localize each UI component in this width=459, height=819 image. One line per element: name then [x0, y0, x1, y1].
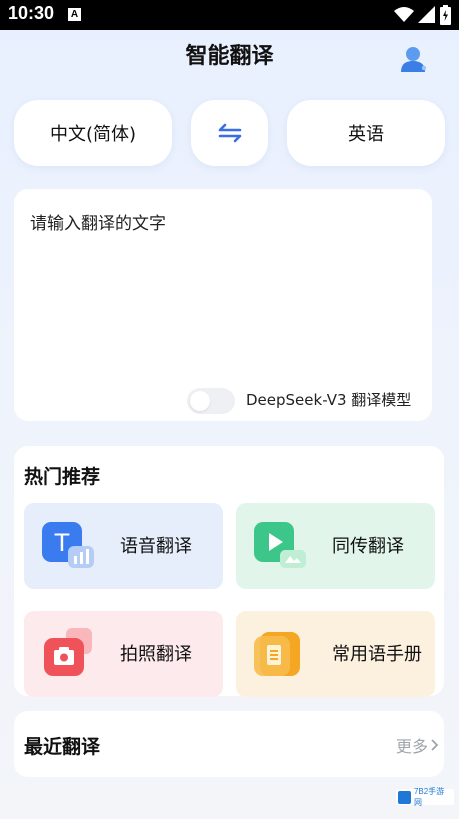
watermark-text: 7B2手游网 [413, 787, 445, 807]
deepseek-model-toggle[interactable] [187, 388, 235, 414]
swap-language-button[interactable] [191, 100, 268, 166]
simultaneous-translate-tile[interactable]: 同传翻译 [236, 503, 435, 589]
translation-input-area[interactable]: 请输入翻译的文字 DeepSeek-V3 翻译模型 [14, 189, 432, 421]
toggle-knob [190, 391, 210, 411]
source-language-button[interactable]: 中文(简体) [14, 100, 172, 166]
voice-translate-icon: T [42, 522, 94, 568]
play-icon [254, 522, 306, 568]
photo-translate-label: 拍照翻译 [120, 644, 192, 665]
source-language-label: 中文(简体) [49, 124, 137, 145]
signal-icon [418, 6, 435, 23]
voice-translate-label: 语音翻译 [120, 536, 192, 557]
recent-translations-title: 最近翻译 [24, 736, 101, 758]
target-language-button[interactable]: 英语 [287, 100, 445, 166]
watermark: 7B2手游网 [396, 787, 454, 807]
status-bar: 10:30 A [0, 0, 459, 30]
battery-icon [440, 5, 451, 25]
phrasebook-label: 常用语手册 [332, 644, 422, 665]
photo-translate-tile[interactable]: 拍照翻译 [24, 611, 223, 697]
status-time: 10:30 [8, 3, 55, 23]
camera-icon [44, 628, 92, 676]
more-label: 更多 [395, 737, 428, 756]
book-icon [254, 632, 300, 676]
page-title: 智能翻译 [185, 44, 274, 69]
model-label: DeepSeek-V3 翻译模型 [246, 391, 412, 409]
chevron-right-icon [431, 739, 439, 751]
more-button[interactable]: 更多 [396, 733, 440, 757]
hot-recommend-title: 热门推荐 [24, 466, 101, 488]
swap-arrows-icon [218, 123, 241, 143]
notification-icon: A [68, 8, 81, 21]
svg-text:T: T [54, 529, 70, 557]
user-icon[interactable] [399, 44, 429, 74]
status-icons [394, 5, 451, 25]
simultaneous-translate-label: 同传翻译 [332, 536, 404, 557]
recent-translations-section: 最近翻译 更多 [14, 711, 444, 777]
target-language-label: 英语 [348, 124, 384, 145]
voice-translate-tile[interactable]: T 语音翻译 [24, 503, 223, 589]
wifi-icon [394, 7, 414, 22]
watermark-logo-icon [398, 790, 411, 804]
translation-input-placeholder: 请输入翻译的文字 [30, 214, 166, 234]
phrasebook-tile[interactable]: 常用语手册 [236, 611, 435, 697]
hot-recommend-section: 热门推荐 T 语音翻译 同传翻译 拍照翻译 常用语手册 [14, 446, 444, 697]
